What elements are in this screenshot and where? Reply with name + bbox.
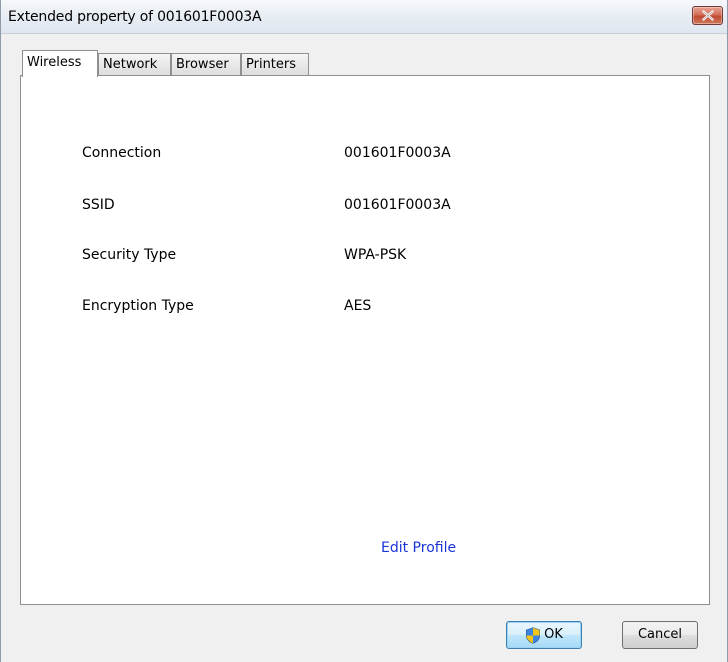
ok-label: OK [544, 627, 563, 642]
cancel-label: Cancel [637, 627, 683, 642]
tab-browser[interactable]: Browser [171, 53, 241, 76]
encryption-type-value: AES [344, 298, 372, 314]
edit-profile-link[interactable]: Edit Profile [381, 540, 456, 556]
wireless-tab-panel: Connection 001601F0003A SSID 001601F0003… [20, 75, 710, 605]
ssid-label: SSID [82, 197, 115, 213]
ok-button[interactable]: OK [506, 621, 582, 649]
tab-label: Wireless [27, 55, 82, 70]
ssid-value: 001601F0003A [344, 197, 451, 213]
cancel-button[interactable]: Cancel [622, 621, 698, 649]
encryption-type-label: Encryption Type [82, 298, 194, 314]
close-button[interactable] [692, 6, 723, 25]
tab-label: Network [103, 57, 158, 72]
security-type-label: Security Type [82, 247, 177, 263]
tab-wireless[interactable]: Wireless [22, 50, 98, 77]
window-title: Extended property of 001601F0003A [8, 9, 262, 25]
uac-shield-icon [526, 626, 541, 644]
dialog-window: Extended property of 001601F0003A Wirele… [0, 0, 728, 662]
connection-value: 001601F0003A [344, 145, 451, 161]
tab-label: Browser [176, 57, 229, 72]
title-bar[interactable]: Extended property of 001601F0003A [1, 0, 727, 34]
connection-label: Connection [82, 145, 162, 161]
tab-label: Printers [246, 57, 297, 72]
tab-printers[interactable]: Printers [241, 53, 309, 76]
tab-network[interactable]: Network [98, 53, 171, 76]
close-icon [702, 10, 714, 21]
security-type-value: WPA-PSK [344, 247, 407, 263]
